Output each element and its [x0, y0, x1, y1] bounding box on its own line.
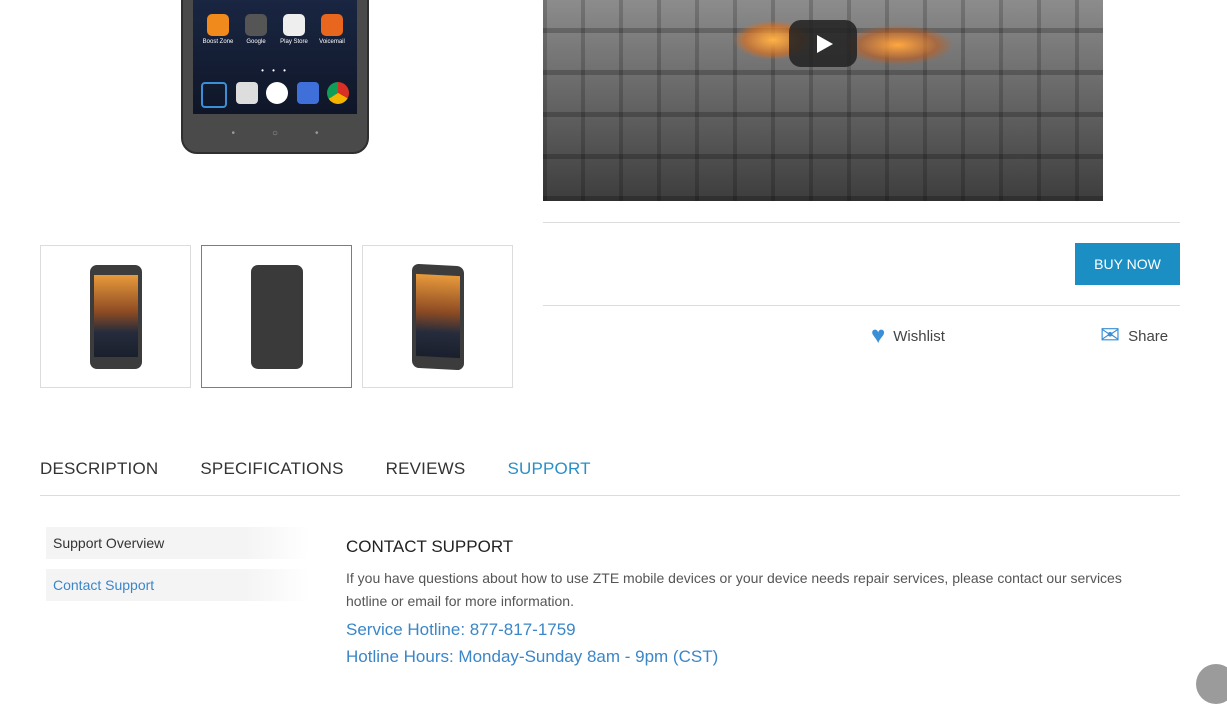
- share-label: Share: [1128, 327, 1169, 345]
- apps-icon: [266, 82, 288, 104]
- heart-icon: ♥: [871, 322, 886, 349]
- page-dots: • • •: [261, 66, 289, 75]
- phone-front-thumb: [90, 265, 142, 369]
- hotline-hours: Hotline Hours: Monday-Sunday 8am - 9pm (…: [346, 647, 719, 666]
- phone-dock: [201, 82, 349, 108]
- share-button[interactable]: ✉ Share: [1100, 324, 1168, 348]
- tab-description[interactable]: DESCRIPTION: [40, 459, 158, 479]
- support-nav-contact[interactable]: Contact Support: [46, 569, 310, 601]
- phone-screen: Boost Zone Google Play Store Voicemail •…: [193, 0, 357, 114]
- video-fire-effect: [843, 25, 953, 65]
- contact-support-heading: CONTACT SUPPORT: [346, 537, 514, 556]
- buy-now-button[interactable]: BUY NOW: [1075, 243, 1180, 285]
- product-video[interactable]: [543, 0, 1103, 201]
- support-nav-overview[interactable]: Support Overview: [46, 527, 310, 559]
- phone-icon: [201, 82, 227, 108]
- thumbnail-front[interactable]: [40, 245, 191, 388]
- app-voicemail: Voicemail: [313, 14, 351, 45]
- product-tabs: DESCRIPTION SPECIFICATIONS REVIEWS SUPPO…: [40, 459, 633, 479]
- app-play-store: Play Store: [275, 14, 313, 45]
- divider: [543, 305, 1180, 306]
- messages-icon: [296, 82, 319, 104]
- main-product-image: Boost Zone Google Play Store Voicemail •…: [181, 0, 369, 154]
- wishlist-label: Wishlist: [893, 327, 945, 345]
- app-boost-zone: Boost Zone: [199, 14, 237, 45]
- tabs-divider: [40, 495, 1180, 496]
- tab-reviews[interactable]: REVIEWS: [386, 459, 466, 479]
- wishlist-button[interactable]: ♥ Wishlist: [871, 324, 945, 348]
- divider: [543, 222, 1180, 223]
- envelope-icon: ✉: [1100, 322, 1121, 349]
- tab-specifications[interactable]: SPECIFICATIONS: [200, 459, 343, 479]
- camera-icon: [235, 82, 258, 104]
- video-play-button[interactable]: [789, 20, 857, 67]
- chrome-icon: [327, 82, 349, 104]
- scroll-to-top-button[interactable]: [1196, 664, 1227, 704]
- phone-hardware-buttons: • ○ •: [231, 128, 319, 139]
- thumbnail-angle[interactable]: [362, 245, 513, 388]
- contact-support-body: If you have questions about how to use Z…: [346, 570, 1122, 609]
- tab-support[interactable]: SUPPORT: [507, 459, 590, 479]
- phone-back-thumb: [251, 265, 303, 369]
- phone-angle-thumb: [412, 263, 464, 371]
- app-google: Google: [237, 14, 275, 45]
- phone-app-row: Boost Zone Google Play Store Voicemail: [199, 14, 351, 45]
- service-hotline: Service Hotline: 877-817-1759: [346, 620, 576, 639]
- thumbnail-back[interactable]: [201, 245, 352, 388]
